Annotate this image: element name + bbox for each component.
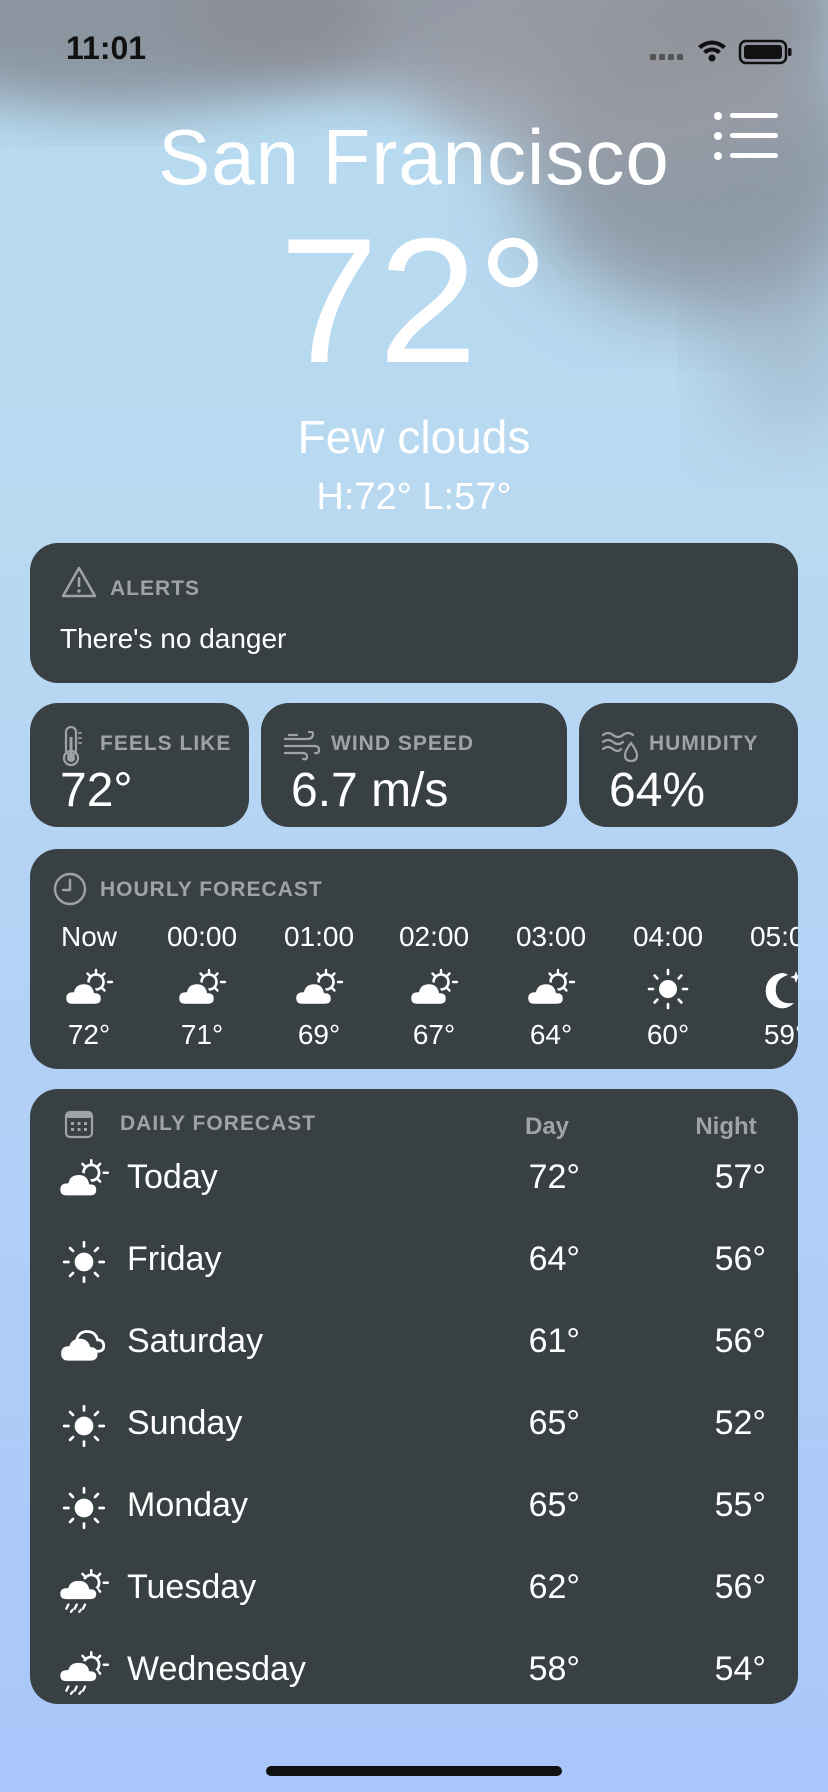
day-temp: 64° [528,1240,580,1278]
daily-forecast-card[interactable]: DAILY FORECAST Day Night Today 72° 57° F… [30,1089,798,1704]
partly-sunny-icon [64,967,114,1011]
wind-speed-card[interactable]: WIND SPEED 6.7 m/s [261,703,567,827]
sun-icon [62,1486,106,1530]
city-name: San Francisco [158,113,670,201]
hourly-item: 03:00 64° [496,919,606,1059]
feels-like-card[interactable]: FEELS LIKE 72° [30,703,249,827]
night-temp: 57° [714,1158,766,1196]
day-name: Today [127,1158,218,1196]
partly-sunny-icon [526,967,576,1011]
hour-temp: 59° [763,1019,798,1050]
hour-time: 04:00 [632,921,704,952]
wind-speed-value: 6.7 m/s [291,764,449,817]
daily-row: Tuesday 62° 56° [30,1558,798,1628]
cloud-icon [59,1330,106,1362]
weather-condition: Few clouds [297,411,531,463]
day-temp: 72° [528,1158,580,1196]
sun-icon [62,1404,106,1448]
day-temp: 61° [528,1322,580,1360]
night-temp: 56° [714,1240,766,1278]
hourly-item: 01:00 69° [264,919,374,1059]
day-name: Friday [127,1240,222,1278]
hour-time: 02:00 [398,921,470,952]
hourly-item: 02:00 67° [379,919,489,1059]
day-temp: 62° [528,1568,580,1606]
high-low-temperature: H:72° L:57° [316,476,512,518]
wifi-icon [698,40,726,62]
day-name: Saturday [127,1322,264,1360]
daily-row: Sunday 65° 52° [30,1394,798,1464]
warning-triangle-icon [61,566,97,598]
day-name: Tuesday [127,1568,257,1606]
humidity-value: 64% [609,764,706,817]
sun-rain-icon [58,1648,110,1696]
hour-temp: 67° [412,1019,456,1050]
alerts-card[interactable]: ALERTS There's no danger [30,543,798,683]
hour-temp: 60° [646,1019,690,1050]
hour-time: Now [60,921,117,952]
hourly-item: 04:00 60° [613,919,723,1059]
day-temp: 65° [528,1404,580,1442]
sun-icon [647,968,689,1010]
moon-stars-icon [765,971,798,1009]
night-column-header: Night [695,1113,757,1140]
partly-sunny-icon [409,967,459,1011]
night-temp: 56° [714,1322,766,1360]
day-temp: 58° [528,1650,580,1688]
hour-time: 01:00 [283,921,355,952]
home-indicator[interactable] [266,1766,562,1776]
weather-screen: 11:01 San Francisco 72° Few clouds H:72°… [0,0,828,1792]
thermometer-icon [62,725,82,767]
day-name: Monday [127,1486,248,1524]
night-temp: 54° [714,1650,766,1688]
sun-rain-icon [58,1566,110,1614]
night-temp: 55° [714,1486,766,1524]
battery-icon [738,39,792,65]
day-temp: 65° [528,1486,580,1524]
hour-time: 05:00 [749,921,798,952]
hourly-item: 00:00 71° [147,919,257,1059]
daily-row: Saturday 61° 56° [30,1312,798,1382]
night-temp: 56° [714,1568,766,1606]
hourly-forecast-card[interactable]: HOURLY FORECAST Now 72° 00:00 71° 01:00 … [30,849,798,1069]
day-column-header: Day [524,1113,570,1140]
daily-row: Friday 64° 56° [30,1230,798,1300]
hour-temp: 71° [180,1019,224,1050]
humidity-icon [601,731,639,763]
calendar-icon [64,1110,94,1139]
wind-speed-title: WIND SPEED [331,732,475,755]
hour-time: 00:00 [166,921,238,952]
partly-sunny-icon [58,1156,110,1204]
clock-icon [53,872,87,906]
hour-temp: 69° [297,1019,341,1050]
hourly-item: Now 72° [34,919,144,1059]
alerts-title: ALERTS [110,577,200,600]
feels-like-value: 72° [60,764,133,817]
night-temp: 52° [714,1404,766,1442]
humidity-title: HUMIDITY [649,732,759,755]
daily-forecast-title: DAILY FORECAST [120,1112,317,1135]
hour-temp: 72° [67,1019,111,1050]
wind-icon [283,731,321,761]
day-name: Wednesday [127,1650,306,1688]
feels-like-title: FEELS LIKE [100,732,232,755]
daily-row: Monday 65° 55° [30,1476,798,1546]
current-temperature: 72° [279,201,549,400]
hourly-forecast-title: HOURLY FORECAST [100,878,323,901]
alert-message: There's no danger [60,623,287,654]
partly-sunny-icon [294,967,344,1011]
status-time: 11:01 [66,30,147,66]
status-bar: 11:01 [0,0,828,100]
daily-row: Today 72° 57° [30,1148,798,1218]
hourly-item: 05:00 59° [730,919,798,1059]
partly-sunny-icon [177,967,227,1011]
hour-temp: 64° [529,1019,573,1050]
humidity-card[interactable]: HUMIDITY 64% [579,703,798,827]
sun-icon [62,1240,106,1284]
status-icons [650,39,792,65]
daily-row: Wednesday 58° 54° [30,1640,798,1704]
cellular-signal-icon [650,54,683,60]
day-name: Sunday [127,1404,243,1442]
hour-time: 03:00 [515,921,587,952]
